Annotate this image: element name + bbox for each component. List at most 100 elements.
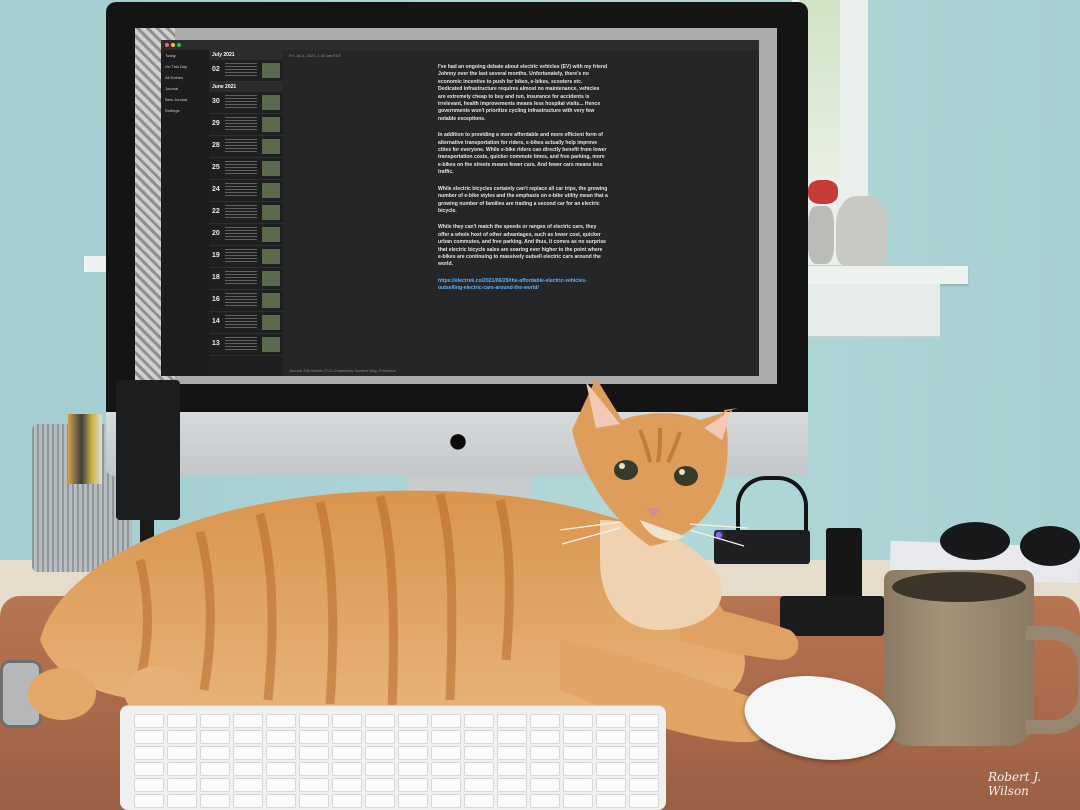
- cat-eye: [614, 460, 638, 480]
- keyboard-key: [563, 794, 593, 808]
- keyboard-key: [629, 730, 659, 744]
- keyboard-key: [200, 730, 230, 744]
- keyboard-key: [497, 714, 527, 728]
- keyboard-key: [398, 746, 428, 760]
- keyboard-key: [563, 746, 593, 760]
- keyboard-key: [497, 794, 527, 808]
- keyboard-key: [299, 730, 329, 744]
- keyboard-key: [332, 794, 362, 808]
- cat-eye: [674, 466, 698, 486]
- keyboard-key: [332, 778, 362, 792]
- cat-eye-glint: [679, 469, 685, 475]
- keyboard-key: [497, 730, 527, 744]
- keyboard-key: [365, 778, 395, 792]
- coffee-mug-opening: [892, 572, 1026, 602]
- keyboard-key: [629, 794, 659, 808]
- keyboard-key: [299, 746, 329, 760]
- keyboard-key: [365, 794, 395, 808]
- keyboard-key: [299, 714, 329, 728]
- keyboard-key: [266, 778, 296, 792]
- keyboard-key: [332, 762, 362, 776]
- keyboard-key: [167, 730, 197, 744]
- keyboard-key: [200, 714, 230, 728]
- keyboard-key: [398, 714, 428, 728]
- keyboard-key: [431, 714, 461, 728]
- keyboard-key: [464, 746, 494, 760]
- keyboard-key: [365, 746, 395, 760]
- keyboard-row: [134, 794, 659, 808]
- keyboard-key: [596, 762, 626, 776]
- cat-back-paw: [28, 668, 96, 720]
- keyboard-key: [629, 746, 659, 760]
- keyboard-key: [299, 778, 329, 792]
- keyboard-row: [134, 730, 659, 744]
- keyboard-key: [167, 794, 197, 808]
- keyboard-key: [563, 762, 593, 776]
- keyboard-key: [365, 714, 395, 728]
- keyboard-key: [530, 762, 560, 776]
- keyboard-key: [167, 762, 197, 776]
- keyboard-key: [464, 730, 494, 744]
- keyboard-key: [530, 730, 560, 744]
- keyboard-row: [134, 714, 659, 728]
- keyboard-key: [266, 746, 296, 760]
- keyboard-key: [596, 714, 626, 728]
- keyboard-key: [365, 762, 395, 776]
- keyboard-key: [464, 762, 494, 776]
- keyboard-key: [629, 762, 659, 776]
- keyboard-key: [563, 714, 593, 728]
- keyboard-row: [134, 778, 659, 792]
- keyboard-key: [431, 746, 461, 760]
- keyboard-key: [266, 714, 296, 728]
- keyboard-key: [167, 746, 197, 760]
- keyboard-key: [332, 730, 362, 744]
- keyboard-key: [398, 794, 428, 808]
- keyboard-row: [134, 746, 659, 760]
- keyboard-key: [266, 762, 296, 776]
- keyboard-key: [398, 730, 428, 744]
- keyboard-key: [464, 714, 494, 728]
- keyboard-key: [233, 714, 263, 728]
- keyboard-key: [431, 730, 461, 744]
- magic-keyboard: [120, 706, 666, 810]
- keyboard-key: [233, 730, 263, 744]
- coffee-mug-handle: [1026, 626, 1080, 734]
- cat-eye-glint: [619, 463, 625, 469]
- keyboard-key: [134, 762, 164, 776]
- keyboard-key: [200, 762, 230, 776]
- keyboard-key: [431, 778, 461, 792]
- keyboard-key: [134, 730, 164, 744]
- keyboard-key: [266, 730, 296, 744]
- keyboard-key: [200, 778, 230, 792]
- keyboard-key: [596, 730, 626, 744]
- keyboard-key: [134, 778, 164, 792]
- keyboard-key: [563, 730, 593, 744]
- keyboard-key: [629, 778, 659, 792]
- keyboard-key: [200, 746, 230, 760]
- keyboard-key: [497, 746, 527, 760]
- keyboard-key: [200, 794, 230, 808]
- keyboard-key: [431, 794, 461, 808]
- keyboard-key: [134, 794, 164, 808]
- keyboard-key: [299, 794, 329, 808]
- keyboard-key: [464, 778, 494, 792]
- keyboard-key: [629, 714, 659, 728]
- keyboard-key: [530, 794, 560, 808]
- keyboard-key: [365, 730, 395, 744]
- keyboard-key: [431, 762, 461, 776]
- keyboard-key: [596, 778, 626, 792]
- keyboard-key: [398, 778, 428, 792]
- keyboard-key: [266, 794, 296, 808]
- keyboard-key: [464, 794, 494, 808]
- keyboard-key: [233, 762, 263, 776]
- keyboard-key: [233, 794, 263, 808]
- keyboard-key: [398, 762, 428, 776]
- keyboard-key: [167, 714, 197, 728]
- keyboard-key: [530, 778, 560, 792]
- keyboard-key: [134, 714, 164, 728]
- keyboard-key: [233, 778, 263, 792]
- keyboard-key: [332, 746, 362, 760]
- keyboard-key: [134, 746, 164, 760]
- keyboard-key: [299, 762, 329, 776]
- keyboard-key: [167, 778, 197, 792]
